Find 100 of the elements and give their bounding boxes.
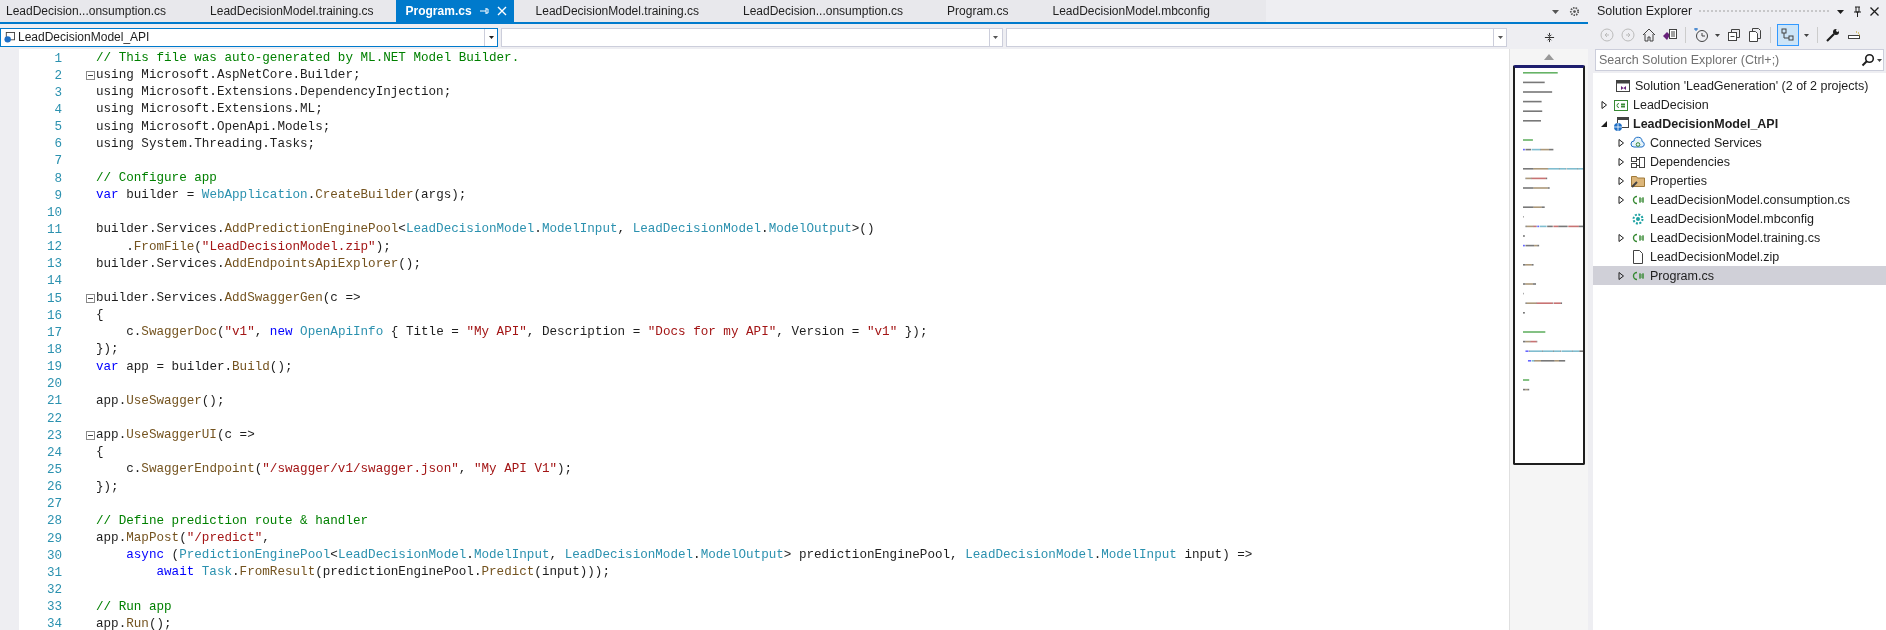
file-tab[interactable]: LeadDecision...onsumption.cs bbox=[0, 0, 189, 22]
code-line: var builder = WebApplication.CreateBuilder(args); bbox=[96, 187, 467, 205]
code-line: app.Run(); bbox=[96, 615, 172, 630]
tree-item[interactable]: LeadDecisionModel.zip bbox=[1593, 247, 1886, 266]
line-number: 31 bbox=[45, 565, 62, 580]
code-minimap-drawing[interactable] bbox=[1513, 65, 1585, 465]
search-field[interactable]: Search Solution Explorer (Ctrl+;) bbox=[1595, 49, 1884, 71]
cloud-icon bbox=[1630, 134, 1646, 151]
collapsed-arrow-icon[interactable] bbox=[1616, 232, 1626, 243]
line-number: 22 bbox=[45, 411, 62, 426]
line-number: 33 bbox=[45, 600, 62, 615]
line-number: 29 bbox=[45, 531, 62, 546]
line-number: 21 bbox=[45, 394, 62, 409]
home-icon[interactable] bbox=[1641, 27, 1657, 43]
panel-title: Solution Explorer bbox=[1597, 4, 1693, 18]
line-number: 13 bbox=[45, 257, 62, 272]
tree-item[interactable]: Dependencies bbox=[1593, 152, 1886, 171]
file-tab[interactable]: LeadDecisionModel.mbconfig bbox=[1030, 0, 1232, 22]
wrench-icon[interactable] bbox=[1825, 27, 1841, 43]
tree-item[interactable]: LeadDecisionModel.consumption.cs bbox=[1593, 190, 1886, 209]
line-number: 27 bbox=[45, 497, 62, 512]
copy-icon[interactable] bbox=[1747, 27, 1763, 43]
tree-item[interactable]: LeadDecision bbox=[1593, 95, 1886, 114]
close-icon[interactable] bbox=[1869, 5, 1880, 17]
file-tab[interactable]: LeadDecisionModel.training.cs bbox=[188, 0, 396, 22]
tree-item[interactable]: Solution 'LeadGeneration' (2 of 2 projects) bbox=[1593, 76, 1886, 95]
search-icon[interactable] bbox=[1860, 52, 1876, 68]
code-line: app.MapPost("/predict", bbox=[96, 529, 270, 547]
line-number: 25 bbox=[45, 462, 62, 477]
collapsed-arrow-icon[interactable] bbox=[1616, 156, 1626, 167]
show-all-files-icon[interactable] bbox=[1778, 25, 1798, 45]
collapse-icon[interactable] bbox=[86, 431, 95, 441]
tree-item[interactable]: Connected Services bbox=[1593, 133, 1886, 152]
line-number: 28 bbox=[45, 514, 62, 529]
line-number: 30 bbox=[45, 548, 62, 563]
code-line: using Microsoft.Extensions.DependencyInjection; bbox=[96, 84, 452, 102]
line-number: 18 bbox=[45, 342, 62, 357]
line-number: 3 bbox=[53, 85, 62, 100]
code-line: }); bbox=[96, 478, 119, 496]
code-line: using Microsoft.Extensions.ML; bbox=[96, 101, 323, 119]
settings-icon[interactable] bbox=[1569, 5, 1580, 17]
file-tab[interactable]: LeadDecisionModel.training.cs bbox=[513, 0, 721, 22]
line-number: 12 bbox=[45, 240, 62, 255]
collapsed-arrow-icon[interactable] bbox=[1616, 137, 1626, 148]
line-number: 34 bbox=[45, 617, 62, 630]
split-window-icon[interactable] bbox=[1543, 31, 1555, 43]
line-number: 4 bbox=[53, 103, 62, 117]
line-number: 24 bbox=[45, 445, 62, 460]
code-line: using Microsoft.OpenApi.Models; bbox=[96, 118, 331, 136]
code-line: builder.Services.AddEndpointsApiExplorer(); bbox=[96, 255, 421, 273]
file-icon bbox=[1630, 248, 1646, 265]
code-line: // Run app bbox=[96, 598, 172, 616]
code-line: { bbox=[96, 444, 104, 462]
project-dropdown[interactable]: LeadDecisionModel_API bbox=[0, 27, 499, 47]
code-line: using Microsoft.AspNetCore.Builder; bbox=[96, 67, 361, 85]
line-number: 32 bbox=[45, 582, 62, 597]
code-line: builder.Services.AddSwaggerGen(c => bbox=[96, 289, 361, 307]
code-line: .FromFile("LeadDecisionModel.zip"); bbox=[125, 238, 391, 256]
collapsed-arrow-icon[interactable] bbox=[1599, 99, 1609, 110]
collapse-icon[interactable] bbox=[86, 71, 95, 81]
file-tab[interactable]: Program.cs bbox=[925, 0, 1031, 22]
tree-item[interactable]: Program.cs bbox=[1593, 266, 1886, 285]
line-number: 19 bbox=[45, 360, 62, 375]
line-number: 26 bbox=[45, 480, 62, 495]
file-tab[interactable]: LeadDecision...onsumption.cs bbox=[721, 0, 926, 22]
clock-icon[interactable] bbox=[1693, 27, 1709, 43]
tree-item[interactable]: LeadDecisionModel.training.cs bbox=[1593, 228, 1886, 247]
code-line: async (PredictionEnginePool<LeadDecisionModel.ModelInput, LeadDecisionModel.ModelOutput> predictionEnginePool, LeadDecisionModel.ModelInput input) => bbox=[125, 547, 1253, 565]
line-number: 11 bbox=[45, 222, 62, 237]
code-line: app.UseSwaggerUI(c => bbox=[96, 427, 255, 445]
code-line: c.SwaggerEndpoint("/swagger/v1/swagger.json", "My API V1"); bbox=[125, 461, 573, 479]
code-line: c.SwaggerDoc("v1", new OpenApiInfo { Title = "My API", Description = "Docs for my API", Version = "v1" }); bbox=[125, 324, 928, 342]
line-number: 17 bbox=[45, 325, 62, 340]
web-project-icon bbox=[4, 31, 15, 43]
tree-item[interactable]: LeadDecisionModel_API bbox=[1593, 114, 1886, 133]
code-line: { bbox=[96, 307, 104, 325]
code-line: await Task.FromResult(predictionEnginePool.Predict(input))); bbox=[155, 564, 610, 582]
code-line: // Define prediction route & handler bbox=[96, 512, 369, 530]
pin-icon[interactable] bbox=[1852, 5, 1863, 17]
line-number: 7 bbox=[53, 154, 62, 169]
collapse-all-icon[interactable] bbox=[1726, 27, 1742, 43]
line-number: 8 bbox=[53, 171, 62, 186]
collapsed-arrow-icon[interactable] bbox=[1616, 194, 1626, 205]
collapsed-arrow-icon[interactable] bbox=[1616, 270, 1626, 281]
web-project-icon bbox=[1613, 115, 1629, 132]
collapsed-arrow-icon[interactable] bbox=[1616, 175, 1626, 186]
line-number: 2 bbox=[53, 68, 62, 83]
line-number: 6 bbox=[53, 137, 62, 152]
solution-icon bbox=[1615, 77, 1631, 94]
line-number: 10 bbox=[45, 205, 62, 220]
code-line: }); bbox=[96, 341, 119, 359]
line-number: 14 bbox=[45, 274, 62, 289]
code-line: using System.Threading.Tasks; bbox=[96, 135, 316, 153]
tree-item[interactable]: Properties bbox=[1593, 171, 1886, 190]
line-number: 16 bbox=[45, 308, 62, 323]
scroll-up-icon[interactable] bbox=[1543, 53, 1555, 61]
collapse-icon[interactable] bbox=[86, 294, 95, 304]
tree-item[interactable]: LeadDecisionModel.mbconfig bbox=[1593, 209, 1886, 228]
line-number: 5 bbox=[53, 120, 62, 135]
line-number: 20 bbox=[45, 377, 62, 392]
